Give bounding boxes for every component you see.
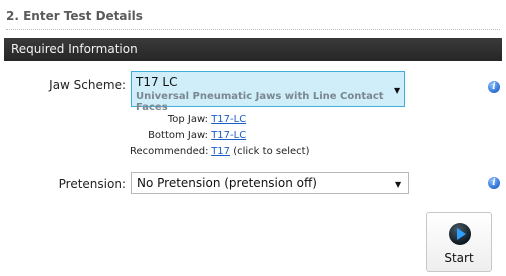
pretension-label: Pretension: bbox=[58, 177, 126, 191]
chevron-down-icon: ▼ bbox=[394, 86, 401, 95]
panel-header: Required Information bbox=[4, 38, 502, 61]
bottom-jaw-row: Bottom Jaw: T17-LC bbox=[130, 130, 246, 141]
dotted-divider bbox=[6, 29, 500, 30]
start-button[interactable]: Start bbox=[426, 212, 492, 272]
jaw-scheme-code: T17 LC bbox=[136, 75, 178, 89]
recommended-row: Recommended: T17 (click to select) bbox=[130, 146, 309, 157]
jaw-scheme-select[interactable]: T17 LC Universal Pneumatic Jaws with Lin… bbox=[131, 71, 405, 113]
play-icon bbox=[449, 223, 471, 245]
pretension-info-icon[interactable]: i bbox=[488, 177, 500, 189]
recommended-link[interactable]: T17 bbox=[211, 146, 230, 157]
jaw-scheme-label: Jaw Scheme: bbox=[49, 78, 126, 92]
section-title: 2. Enter Test Details bbox=[6, 9, 143, 23]
bottom-jaw-link[interactable]: T17-LC bbox=[211, 130, 246, 141]
start-button-label: Start bbox=[444, 251, 474, 265]
jaw-scheme-description: Universal Pneumatic Jaws with Line Conta… bbox=[136, 91, 384, 113]
recommended-label: Recommended: bbox=[130, 146, 209, 157]
top-jaw-row: Top Jaw: T17-LC bbox=[130, 114, 246, 125]
chevron-down-icon: ▼ bbox=[395, 180, 402, 189]
top-jaw-link[interactable]: T17-LC bbox=[211, 114, 246, 125]
pretension-select[interactable]: No Pretension (pretension off) ▼ bbox=[131, 172, 409, 194]
panel-header-label: Required Information bbox=[11, 42, 138, 56]
recommended-hint: (click to select) bbox=[233, 146, 310, 157]
jaw-info-icon[interactable]: i bbox=[488, 81, 500, 93]
bottom-jaw-label: Bottom Jaw: bbox=[148, 130, 208, 141]
top-jaw-label: Top Jaw: bbox=[167, 114, 208, 125]
pretension-value: No Pretension (pretension off) bbox=[137, 176, 317, 190]
